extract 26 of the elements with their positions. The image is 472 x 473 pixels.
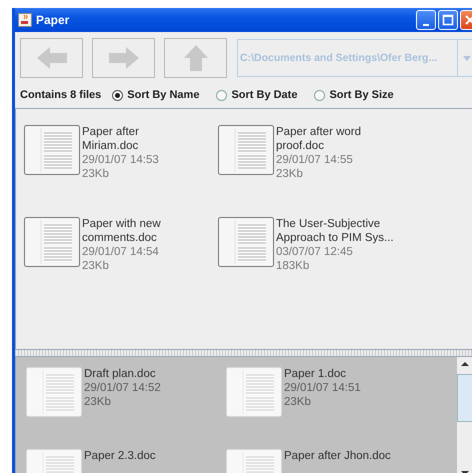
file-name: Paper with new comments.doc — [82, 217, 161, 245]
file-date: 29/01/07 14:53 — [82, 153, 159, 167]
sort-radio[interactable]: Sort By Size — [314, 89, 394, 101]
file-size: 23Kb — [82, 259, 110, 273]
sort-radio[interactable]: Sort By Date — [216, 89, 298, 101]
file-size: 23Kb — [84, 395, 112, 409]
file-name: Paper after Jhon.doc — [284, 449, 391, 463]
file-date: 03/07/07 12:45 — [276, 245, 354, 259]
file-name: Draft plan.doc — [84, 367, 157, 381]
file-size: 23Kb — [276, 167, 304, 181]
file-name: Paper after Miriam.doc — [82, 125, 140, 153]
file-size: 23Kb — [284, 395, 312, 409]
file-name: The User-Subjective Approach to PIM Sys... — [276, 217, 394, 245]
file-name: Paper after word proof.doc — [276, 125, 362, 153]
file-size: 23Kb — [82, 167, 110, 181]
sort-radio[interactable]: Sort By Name — [112, 89, 200, 101]
file-name: Paper 1.doc — [284, 367, 348, 381]
file-date: 29/01/07 14:55 — [276, 153, 354, 167]
file-size: 183Kb — [276, 259, 310, 273]
window-title: Paper — [36, 13, 70, 27]
file-name: Paper 2.3.doc — [84, 449, 156, 463]
path-text: C:\Documents and Settings\Ofer Berg... — [240, 52, 438, 64]
file-date: 29/01/07 14:51 — [284, 381, 361, 395]
file-count: Contains 8 files — [20, 89, 102, 101]
file-date: 29/01/07 14:54 — [82, 245, 160, 259]
file-date: 29/01/07 14:52 — [84, 381, 161, 395]
